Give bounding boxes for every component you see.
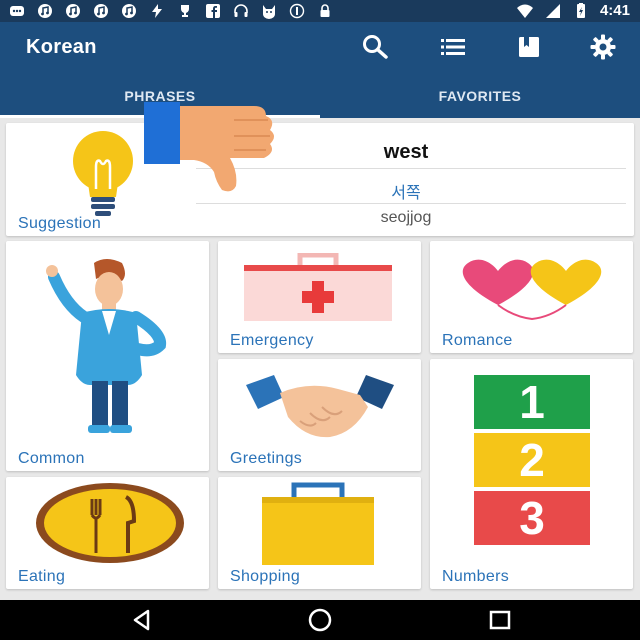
category-label: Shopping <box>230 568 301 585</box>
back-button[interactable] <box>128 608 156 632</box>
book-button[interactable] <box>512 32 546 62</box>
music-icon <box>92 3 110 19</box>
category-card-shopping[interactable]: Shopping <box>218 477 421 589</box>
shopping-bag-icon <box>262 482 374 565</box>
app-title: Korean <box>26 36 97 58</box>
back-icon <box>133 609 150 631</box>
category-card-common[interactable]: Common <box>6 241 209 471</box>
message-icon <box>8 3 26 19</box>
navigation-bar <box>0 600 640 640</box>
trophy-icon <box>176 3 194 19</box>
hearts-icon <box>462 259 602 321</box>
category-card-emergency[interactable]: Emergency <box>218 241 421 353</box>
category-card-romance[interactable]: Romance <box>430 241 633 353</box>
bolt-icon <box>148 3 166 19</box>
category-label: Emergency <box>230 332 314 349</box>
notification-icons <box>8 3 334 19</box>
home-button[interactable] <box>306 608 334 632</box>
category-card-eating[interactable]: Eating <box>6 477 209 589</box>
lock-icon <box>316 3 334 19</box>
divider <box>196 203 626 204</box>
numbers-icon: 1 2 3 <box>474 375 590 545</box>
first-aid-kit-icon <box>244 253 392 321</box>
handshake-icon <box>246 375 394 438</box>
person-icon <box>46 259 167 433</box>
cat-icon <box>260 3 278 19</box>
category-card-numbers[interactable]: 1 2 3 Numbers <box>430 359 633 589</box>
copyright-icon <box>288 3 306 19</box>
number-tile: 3 <box>474 491 590 545</box>
search-icon <box>363 35 388 59</box>
settings-icon <box>590 34 616 60</box>
suggestion-korean: 서쪽 <box>391 185 421 202</box>
facebook-icon <box>204 3 222 19</box>
settings-button[interactable] <box>586 32 620 62</box>
app-bar: Korean PHRASES FAVORITES <box>0 22 640 118</box>
list-button[interactable] <box>436 32 470 62</box>
thumbs-down-icon[interactable] <box>142 98 278 196</box>
battery-icon <box>572 2 590 19</box>
category-label: Common <box>18 450 85 467</box>
wifi-icon <box>516 3 534 19</box>
music-icon <box>36 3 54 19</box>
category-label: Romance <box>442 332 513 349</box>
status-time: 4:41 <box>599 2 630 19</box>
book-icon <box>519 37 539 57</box>
recents-button[interactable] <box>486 608 514 632</box>
recents-icon <box>489 610 511 630</box>
headphones-icon <box>232 3 250 19</box>
category-label: Numbers <box>442 568 510 585</box>
suggestion-card[interactable]: Suggestion west 서쪽 seojjog <box>6 123 634 236</box>
list-icon <box>441 39 465 55</box>
category-card-greetings[interactable]: Greetings <box>218 359 421 471</box>
music-icon <box>120 3 138 19</box>
category-label: Eating <box>18 568 66 585</box>
suggestion-romanization: seojjog <box>380 209 432 226</box>
number-tile: 2 <box>474 433 590 487</box>
number-tile: 1 <box>474 375 590 429</box>
status-bar: 4:41 <box>0 0 640 22</box>
signal-icon <box>544 3 562 19</box>
music-icon <box>64 3 82 19</box>
plate-icon <box>36 483 184 563</box>
suggestion-word: west <box>383 141 429 163</box>
suggestion-label: Suggestion <box>18 215 102 232</box>
category-label: Greetings <box>230 450 303 467</box>
tab-favorites[interactable]: FAVORITES <box>320 84 640 118</box>
search-button[interactable] <box>358 32 392 62</box>
home-icon <box>308 608 332 632</box>
